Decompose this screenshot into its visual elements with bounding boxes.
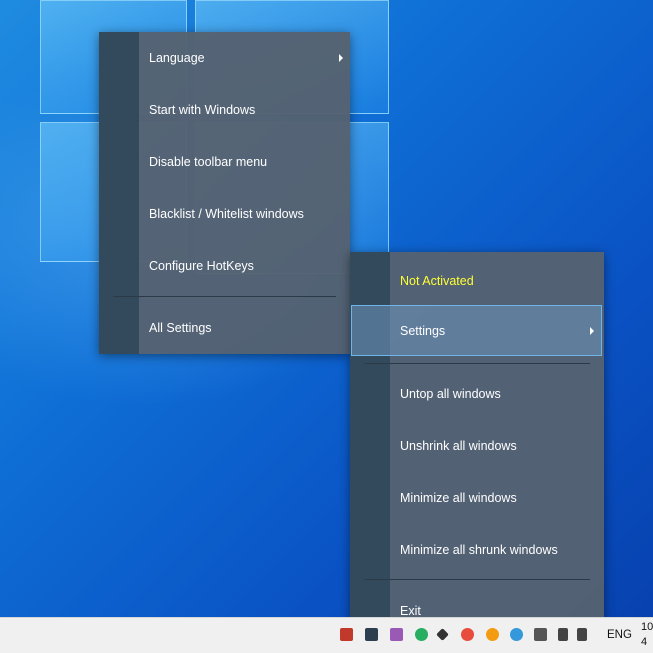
- menu-item-blacklist-whitelist[interactable]: Blacklist / Whitelist windows: [99, 188, 350, 240]
- menu-item-language[interactable]: Language: [99, 32, 350, 84]
- menu-item-label: Configure HotKeys: [149, 259, 254, 273]
- menu-item-untop-all-windows[interactable]: Untop all windows: [350, 368, 604, 420]
- activation-status-label: Not Activated: [400, 274, 474, 288]
- submenu-arrow-icon: [590, 326, 594, 335]
- app-tray-icon[interactable]: [510, 628, 523, 641]
- menu-item-label: Minimize all shrunk windows: [400, 543, 558, 557]
- menu-item-label: Unshrink all windows: [400, 439, 517, 453]
- app-tray-icon[interactable]: [486, 628, 499, 641]
- app-tray-icon[interactable]: [558, 628, 568, 641]
- menu-item-unshrink-all-windows[interactable]: Unshrink all windows: [350, 420, 604, 472]
- menu-item-label: Minimize all windows: [400, 491, 517, 505]
- menu-item-label: Language: [149, 51, 205, 65]
- menu-item-minimize-all-shrunk-windows[interactable]: Minimize all shrunk windows: [350, 524, 604, 576]
- menu-separator: [113, 296, 336, 297]
- taskbar: [0, 617, 653, 653]
- app-tray-icon[interactable]: [577, 628, 587, 641]
- app-tray-icon[interactable]: [461, 628, 474, 641]
- menu-item-disable-toolbar-menu[interactable]: Disable toolbar menu: [99, 136, 350, 188]
- app-tray-icon[interactable]: [390, 628, 403, 641]
- menu-item-start-with-windows[interactable]: Start with Windows: [99, 84, 350, 136]
- menu-item-label: Blacklist / Whitelist windows: [149, 207, 304, 221]
- taskbar-clock[interactable]: 10 4: [641, 620, 653, 650]
- app-tray-icon[interactable]: [365, 628, 378, 641]
- menu-item-minimize-all-windows[interactable]: Minimize all windows: [350, 472, 604, 524]
- menu-item-label: Disable toolbar menu: [149, 155, 268, 169]
- menu-separator: [364, 579, 590, 580]
- clock-time: 10: [641, 621, 653, 633]
- clock-date: 4: [641, 636, 648, 648]
- menu-item-label: Settings: [400, 323, 446, 338]
- settings-submenu: Language Start with Windows Disable tool…: [99, 32, 350, 354]
- app-tray-icon[interactable]: [340, 628, 353, 641]
- app-tray-icon[interactable]: [415, 628, 428, 641]
- menu-item-configure-hotkeys[interactable]: Configure HotKeys: [99, 240, 350, 292]
- menu-item-all-settings[interactable]: All Settings: [99, 302, 350, 354]
- language-indicator[interactable]: ENG: [607, 629, 632, 641]
- menu-item-settings[interactable]: Settings: [351, 305, 602, 356]
- menu-item-label: Untop all windows: [400, 387, 501, 401]
- menu-separator: [364, 363, 590, 364]
- menu-item-label: Exit: [400, 604, 421, 618]
- main-context-menu: Not Activated Settings Untop all windows…: [350, 252, 604, 637]
- menu-item-label: Start with Windows: [149, 103, 256, 117]
- menu-item-not-activated[interactable]: Not Activated: [350, 255, 604, 307]
- app-tray-icon[interactable]: [534, 628, 547, 641]
- menu-item-label: All Settings: [149, 321, 212, 335]
- submenu-arrow-icon: [339, 54, 343, 62]
